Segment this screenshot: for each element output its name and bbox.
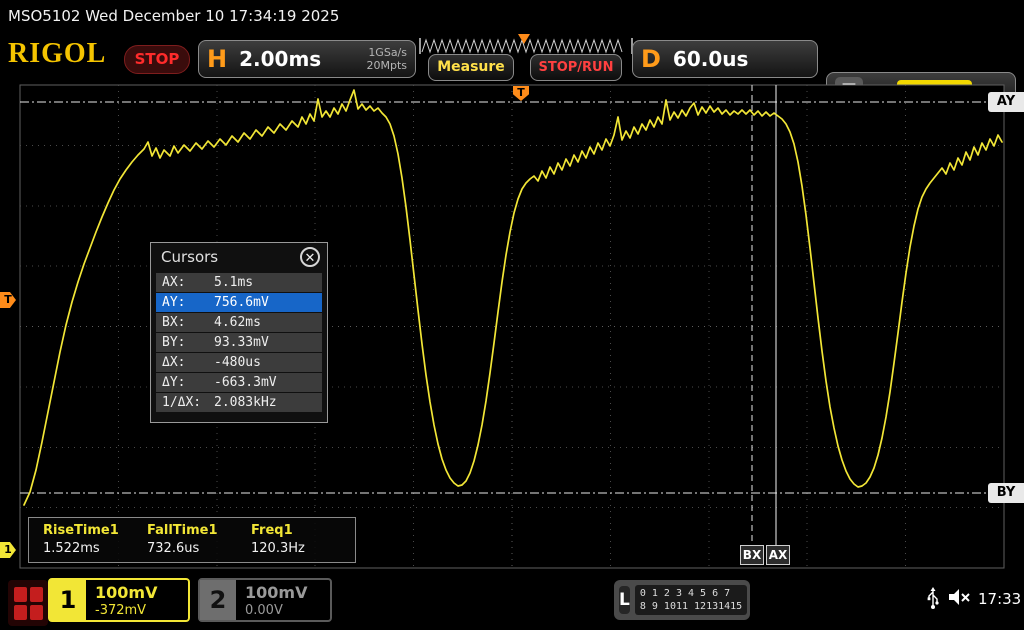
- bottombar: 1 100mV -372mV 2 100mV 0.00V L 0 1 2 3 4…: [0, 572, 1024, 630]
- cursor-row-inv-dx[interactable]: 1/ΔX: 2.083kHz: [156, 393, 322, 412]
- measurement-freq[interactable]: Freq1 120.3Hz: [251, 523, 355, 562]
- channel1-position-icon[interactable]: 1: [0, 542, 16, 558]
- measurement-falltime[interactable]: FallTime1 732.6us: [147, 523, 251, 562]
- channel2-box[interactable]: 2 100mV 0.00V: [198, 578, 332, 622]
- channel1-scale: 100mV: [95, 583, 157, 602]
- digital-row1: 0 1 2 3 4 5 6 7: [640, 588, 730, 599]
- cursor-row-value: 2.083kHz: [214, 395, 277, 410]
- cursor-row-value: 5.1ms: [214, 275, 253, 290]
- speaker-mute-icon[interactable]: [946, 586, 972, 608]
- t-key-label: T: [835, 77, 863, 105]
- measurement-value: 1.522ms: [43, 541, 147, 556]
- cursor-row-value: 4.62ms: [214, 315, 261, 330]
- channel1-offset: -372mV: [95, 603, 157, 618]
- cursor-row-label: 1/ΔX:: [156, 395, 214, 410]
- measurement-name: RiseTime1: [43, 523, 147, 538]
- trigger-position-icon[interactable]: T: [513, 86, 529, 101]
- measure-button[interactable]: Measure: [428, 54, 514, 81]
- trigger-slope-icon: [871, 82, 889, 100]
- digital-row2: 8 9 1011 12131415: [640, 601, 742, 612]
- cursor-row-ax[interactable]: AX: 5.1ms: [156, 273, 322, 292]
- menu-grid-icon[interactable]: [8, 580, 48, 626]
- titlebar-text: MSO5102 Wed December 10 17:34:19 2025: [0, 0, 1024, 32]
- cursor-row-value: -480us: [214, 355, 261, 370]
- oscilloscope-screen: MSO5102 Wed December 10 17:34:19 2025 RI…: [0, 0, 1024, 630]
- delay-panel[interactable]: D 60.0us: [632, 40, 818, 78]
- waveform-preview[interactable]: [418, 36, 634, 56]
- digital-channels-box[interactable]: L 0 1 2 3 4 5 6 7 8 9 1011 12131415: [614, 580, 750, 620]
- h-key-label: H: [207, 45, 227, 73]
- logic-key-label: L: [619, 586, 630, 614]
- channel2-scale: 100mV: [245, 583, 307, 602]
- stop-run-button[interactable]: STOP/RUN: [530, 54, 622, 81]
- trigger-level-icon[interactable]: T: [0, 292, 16, 308]
- cursor-row-by[interactable]: BY: 93.33mV: [156, 333, 322, 352]
- horizontal-timebase-panel[interactable]: H 2.00ms 1GSa/s 20Mpts: [198, 40, 416, 78]
- measurement-name: Freq1: [251, 523, 355, 538]
- digital-channel-numbers: 0 1 2 3 4 5 6 7 8 9 1011 12131415: [635, 585, 747, 615]
- clock: 17:33: [978, 590, 1021, 608]
- cursor-row-ay-selected[interactable]: AY: 756.6mV: [156, 293, 322, 312]
- channel1-box[interactable]: 1 100mV -372mV: [48, 578, 190, 622]
- cursor-ax-tag[interactable]: AX: [766, 545, 790, 565]
- cursor-row-label: ΔX:: [156, 355, 214, 370]
- header: RIGOL STOP H 2.00ms 1GSa/s 20Mpts Measur…: [0, 32, 1024, 85]
- channel1-number: 1: [50, 580, 86, 620]
- cursor-row-label: ΔY:: [156, 375, 214, 390]
- cursor-readout-list: AX: 5.1ms AY: 756.6mV BX: 4.62ms BY: 93.…: [151, 271, 327, 415]
- rigol-logo: RIGOL: [8, 38, 106, 70]
- cursor-row-value: 756.6mV: [214, 295, 269, 310]
- trigger-level-badge: 415mV: [897, 80, 972, 102]
- sample-info: 1GSa/s 20Mpts: [366, 46, 407, 72]
- usb-icon: [925, 586, 941, 610]
- delay-value: 60.0us: [673, 47, 749, 71]
- cursor-row-label: BX:: [156, 315, 214, 330]
- measurement-risetime[interactable]: RiseTime1 1.522ms: [43, 523, 147, 562]
- d-key-label: D: [641, 45, 661, 73]
- acquisition-status-badge: STOP: [124, 45, 190, 74]
- close-icon[interactable]: ✕: [300, 247, 320, 267]
- measurement-name: FallTime1: [147, 523, 251, 538]
- memory-depth: 20Mpts: [366, 59, 407, 72]
- cursor-ay-tag[interactable]: AY: [988, 92, 1024, 112]
- measurement-value: 732.6us: [147, 541, 251, 556]
- measurements-panel: RiseTime1 1.522ms FallTime1 732.6us Freq…: [28, 517, 356, 563]
- cursor-row-value: 93.33mV: [214, 335, 269, 350]
- cursor-row-label: AX:: [156, 275, 214, 290]
- cursor-row-dy[interactable]: ΔY: -663.3mV: [156, 373, 322, 392]
- channel2-offset: 0.00V: [245, 603, 307, 618]
- timebase-value: 2.00ms: [239, 47, 321, 71]
- cursors-popup: Cursors ✕ AX: 5.1ms AY: 756.6mV BX: 4.62…: [150, 242, 328, 423]
- measurement-value: 120.3Hz: [251, 541, 355, 556]
- cursor-row-dx[interactable]: ΔX: -480us: [156, 353, 322, 372]
- cursor-row-label: AY:: [156, 295, 214, 310]
- cursor-by-tag[interactable]: BY: [988, 483, 1024, 503]
- sample-rate: 1GSa/s: [368, 46, 407, 59]
- cursor-row-bx[interactable]: BX: 4.62ms: [156, 313, 322, 332]
- cursor-row-label: BY:: [156, 335, 214, 350]
- cursor-bx-tag[interactable]: BX: [740, 545, 764, 565]
- cursor-row-value: -663.3mV: [214, 375, 277, 390]
- channel2-number: 2: [200, 580, 236, 620]
